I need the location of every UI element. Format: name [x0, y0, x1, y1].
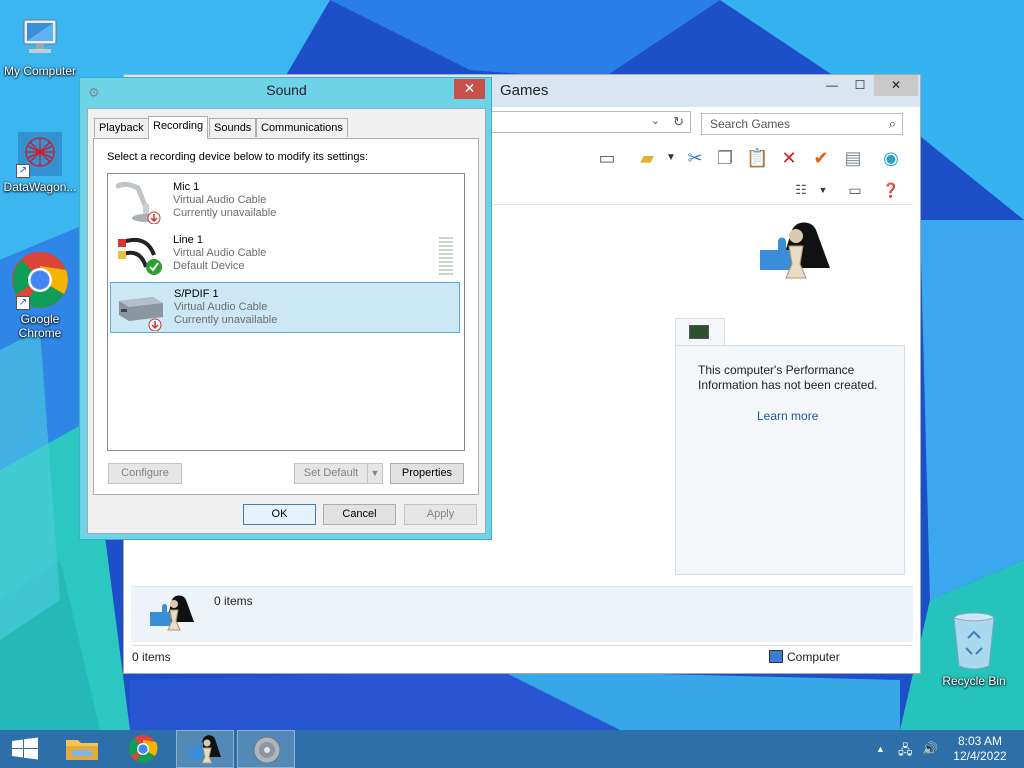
minimize-button[interactable]: —: [818, 75, 846, 96]
learn-more-link[interactable]: Learn more: [757, 409, 818, 423]
chrome-icon: [128, 735, 158, 763]
configure-button[interactable]: Configure: [108, 463, 182, 484]
chrome-taskbar-button[interactable]: [114, 730, 172, 768]
sound-dialog[interactable]: ⚙ Sound ✕ Playback Recording Sounds Comm…: [79, 77, 492, 540]
delete-icon[interactable]: ✕: [778, 147, 800, 169]
chevron-down-icon[interactable]: ▼: [660, 147, 682, 169]
speaker-icon: [253, 736, 281, 764]
cut-icon[interactable]: ✂: [684, 147, 706, 169]
taskbar-clock[interactable]: 8:03 AM 12/4/2022: [945, 734, 1015, 764]
dialog-title: Sound: [266, 82, 307, 98]
checkmark-icon[interactable]: ✔: [810, 147, 832, 169]
start-button[interactable]: [0, 730, 50, 768]
status-item-count: 0 items: [132, 650, 171, 664]
windows-logo-icon: [12, 737, 38, 760]
desktop-icon-label: My Computer: [3, 64, 77, 78]
device-item-mic-1[interactable]: Mic 1 Virtual Audio Cable Currently unav…: [110, 176, 460, 227]
desktop-icon-label: Recycle Bin: [942, 674, 1006, 688]
explorer-title: Games: [500, 82, 549, 99]
clock-time: 8:03 AM: [957, 734, 1003, 748]
recording-device-list[interactable]: Mic 1 Virtual Audio Cable Currently unav…: [107, 173, 465, 451]
audio-level-meter: [439, 237, 453, 275]
chrome-icon: ↗: [10, 250, 70, 310]
apply-button[interactable]: Apply: [404, 504, 477, 525]
paste-icon[interactable]: 📋: [746, 147, 768, 169]
maximize-button[interactable]: ☐: [846, 75, 874, 96]
set-default-button[interactable]: Set Default: [294, 463, 368, 484]
performance-message: This computer's Performance Information …: [698, 363, 878, 392]
desktop-icon-my-computer[interactable]: My Computer: [0, 14, 80, 78]
device-status: Default Device: [173, 260, 245, 272]
refresh-icon[interactable]: ↻: [673, 114, 684, 130]
preview-pane-icon[interactable]: ▭: [596, 147, 618, 169]
ok-button[interactable]: OK: [243, 504, 316, 525]
properties-button[interactable]: Properties: [390, 463, 464, 484]
device-driver: Virtual Audio Cable: [173, 194, 267, 206]
device-name: S/PDIF 1: [174, 288, 219, 300]
games-icon: [189, 735, 221, 764]
games-icon: [752, 220, 842, 292]
device-item-spdif-1[interactable]: S/PDIF 1 Virtual Audio Cable Currently u…: [110, 282, 460, 333]
desktop-icon-recycle-bin[interactable]: Recycle Bin: [934, 610, 1014, 688]
device-driver: Virtual Audio Cable: [173, 247, 267, 259]
instruction-text: Select a recording device below to modif…: [107, 151, 369, 163]
desktop-icon-label: DataWagon...: [3, 180, 77, 194]
folder-icon[interactable]: ▰: [636, 147, 658, 169]
datawagon-icon: ↗: [16, 130, 64, 178]
cancel-button[interactable]: Cancel: [323, 504, 396, 525]
recycle-bin-icon: [950, 610, 998, 672]
file-explorer-taskbar-button[interactable]: [54, 730, 112, 768]
shortcut-arrow-icon: ↗: [16, 164, 30, 178]
chevron-down-icon[interactable]: ▼: [812, 179, 834, 201]
search-input[interactable]: Search Games ⌕: [701, 113, 903, 135]
games-small-icon: [148, 594, 200, 636]
performance-tab[interactable]: [675, 318, 725, 346]
device-name: Line 1: [173, 234, 203, 246]
computer-icon: [769, 650, 783, 663]
device-status: Currently unavailable: [173, 207, 277, 219]
status-location: Computer: [787, 650, 840, 664]
tab-sounds[interactable]: Sounds: [209, 118, 257, 137]
chevron-down-icon[interactable]: ⌄: [651, 114, 660, 127]
dialog-close-button[interactable]: ✕: [454, 79, 485, 99]
tab-recording[interactable]: Recording: [148, 116, 209, 139]
clock-date: 12/4/2022: [953, 749, 1007, 763]
copy-icon[interactable]: ❐: [714, 147, 736, 169]
explorer-close-button[interactable]: ✕: [874, 75, 918, 96]
rca-cable-icon: [116, 233, 164, 277]
shell-icon[interactable]: ◉: [880, 147, 902, 169]
performance-monitor-icon: [689, 325, 709, 339]
chevron-down-icon: ▼: [370, 468, 380, 478]
view-options-icon[interactable]: ☷: [790, 179, 812, 201]
spdif-device-icon: [117, 287, 165, 332]
device-name: Mic 1: [173, 181, 200, 193]
properties-icon[interactable]: ▤: [842, 147, 864, 169]
computer-icon: [16, 14, 64, 62]
details-item-count: 0 items: [214, 594, 253, 608]
pane-toggle-icon[interactable]: ▭: [844, 179, 866, 201]
search-icon[interactable]: ⌕: [889, 116, 896, 132]
volume-icon[interactable]: 🔊: [922, 741, 938, 757]
tab-playback[interactable]: Playback: [94, 118, 149, 137]
device-status: Currently unavailable: [174, 314, 278, 326]
sound-taskbar-button[interactable]: [237, 730, 295, 768]
desktop-icon-datawagon[interactable]: ↗ DataWagon...: [0, 130, 80, 194]
desktop-icon-google-chrome[interactable]: ↗ Google Chrome: [0, 250, 80, 340]
tab-communications[interactable]: Communications: [256, 118, 348, 137]
network-icon[interactable]: 🖧: [898, 741, 913, 763]
set-default-dropdown-button[interactable]: ▼: [367, 463, 383, 484]
shortcut-arrow-icon: ↗: [16, 296, 30, 310]
desktop-icon-label: Google Chrome: [18, 312, 62, 340]
folder-icon: [66, 740, 98, 760]
device-item-line-1[interactable]: Line 1 Virtual Audio Cable Default Devic…: [110, 229, 460, 280]
show-hidden-icons-chevron-icon[interactable]: ▲: [876, 744, 885, 754]
microphone-icon: [115, 180, 164, 225]
search-placeholder: Search Games: [710, 117, 791, 131]
games-taskbar-button[interactable]: [176, 730, 234, 768]
help-icon[interactable]: ❓: [880, 179, 902, 201]
device-driver: Virtual Audio Cable: [174, 301, 268, 313]
